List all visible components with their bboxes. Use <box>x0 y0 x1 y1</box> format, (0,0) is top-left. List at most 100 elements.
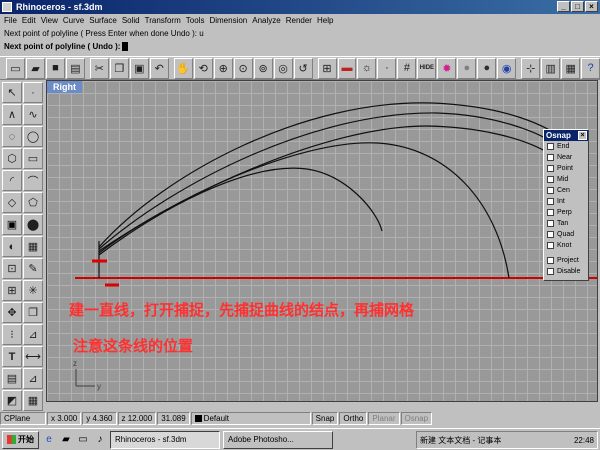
sphere-render-icon[interactable]: ● <box>477 57 497 79</box>
point-on-icon[interactable]: ⊹ <box>521 57 541 79</box>
menu-edit[interactable]: Edit <box>22 14 41 27</box>
fillet-curve-icon[interactable]: ⌒ <box>23 170 43 191</box>
menu-curve[interactable]: Curve <box>63 14 89 27</box>
checkbox-icon[interactable] <box>547 187 554 194</box>
checkbox-icon[interactable] <box>547 198 554 205</box>
osnap-point[interactable]: Point <box>544 163 588 174</box>
save-icon[interactable]: ■ <box>45 57 65 79</box>
osnap-tan[interactable]: Tan <box>544 218 588 229</box>
options-icon[interactable]: ▦ <box>561 57 581 79</box>
tray-notepad[interactable]: 新建 文本文档 - 记事本 <box>420 435 501 446</box>
undo-icon[interactable]: ↶ <box>149 57 169 79</box>
checkbox-icon[interactable] <box>547 242 554 249</box>
maximize-button[interactable]: □ <box>571 1 584 12</box>
menu-render[interactable]: Render <box>286 14 317 27</box>
sphere-solid-icon[interactable]: ⬤ <box>23 214 43 235</box>
grid-icon[interactable]: # <box>397 57 417 79</box>
paste-icon[interactable]: ▣ <box>129 57 149 79</box>
layer-icon[interactable]: ▤ <box>2 368 22 389</box>
explorer-icon[interactable]: ▰ <box>59 433 73 447</box>
menu-help[interactable]: Help <box>317 14 338 27</box>
osnap-close-button[interactable]: × <box>578 131 587 140</box>
osnap-knot[interactable]: Knot <box>544 240 588 251</box>
select-flyout-icon[interactable]: · <box>23 82 43 103</box>
zoom-selected-icon[interactable]: ◎ <box>273 57 293 79</box>
ellipse-icon[interactable]: ◯ <box>23 126 43 147</box>
print-icon[interactable]: ▤ <box>65 57 85 79</box>
osnap-end[interactable]: End <box>544 141 588 152</box>
undo-view-icon[interactable]: ↺ <box>293 57 313 79</box>
array-icon[interactable]: ⁝ <box>2 324 22 345</box>
osnap-quad[interactable]: Quad <box>544 229 588 240</box>
help-icon[interactable]: ? <box>581 57 600 79</box>
cut-icon[interactable]: ✂ <box>89 57 109 79</box>
surface-icon[interactable]: ◇ <box>2 192 22 213</box>
pan-icon[interactable]: ✋ <box>173 57 193 79</box>
right-viewport[interactable]: Right z y 建一直线，打开捕捉，先捕捉曲线的结点，再捕网格 注意这条线的… <box>46 80 598 402</box>
globe-icon[interactable]: ◉ <box>497 57 517 79</box>
polygon-icon[interactable]: ⬡ <box>2 148 22 169</box>
point-icon[interactable]: · <box>377 57 397 79</box>
split-icon[interactable]: ⊞ <box>2 280 22 301</box>
osnap-near[interactable]: Near <box>544 152 588 163</box>
hide-icon[interactable]: HIDE <box>417 57 437 79</box>
checkbox-icon[interactable] <box>547 231 554 238</box>
loft-icon[interactable]: ⬠ <box>23 192 43 213</box>
checkbox-icon[interactable] <box>547 268 554 275</box>
checkbox-icon[interactable] <box>547 220 554 227</box>
explode-icon[interactable]: ✳ <box>23 280 43 301</box>
zoom-dynamic-icon[interactable]: ⊙ <box>233 57 253 79</box>
command-prompt[interactable]: Next point of polyline ( Undo ): <box>0 41 600 53</box>
car-render-icon[interactable]: ▬ <box>337 57 357 79</box>
ie-icon[interactable]: e <box>42 433 56 447</box>
text-icon[interactable]: T <box>2 346 22 367</box>
box-solid-icon[interactable]: ▣ <box>2 214 22 235</box>
close-button[interactable]: × <box>585 1 598 12</box>
sphere-shaded-icon[interactable]: ● <box>457 57 477 79</box>
rotate-view-icon[interactable]: ⟲ <box>193 57 213 79</box>
open-icon[interactable]: ▰ <box>25 57 45 79</box>
status-ortho[interactable]: Ortho <box>339 412 368 425</box>
checkbox-icon[interactable] <box>547 176 554 183</box>
move-icon[interactable]: ✥ <box>2 302 22 323</box>
arc-icon[interactable]: ◜ <box>2 170 22 191</box>
boolean-icon[interactable]: ◐ <box>2 236 22 257</box>
menu-analyze[interactable]: Analyze <box>252 14 285 27</box>
new-icon[interactable]: ▭ <box>6 57 25 79</box>
osnap-int[interactable]: Int <box>544 196 588 207</box>
trim-icon[interactable]: ✎ <box>23 258 43 279</box>
properties-icon[interactable]: ▥ <box>541 57 561 79</box>
analyze-icon[interactable]: ⊿ <box>23 368 43 389</box>
rectangle-icon[interactable]: ▭ <box>23 148 43 169</box>
checkbox-icon[interactable] <box>547 154 554 161</box>
osnap-disable[interactable]: Disable <box>544 266 588 277</box>
menu-solid[interactable]: Solid <box>122 14 145 27</box>
menu-transform[interactable]: Transform <box>145 14 186 27</box>
copy-object-icon[interactable]: ❐ <box>23 302 43 323</box>
status-osnap[interactable]: Osnap <box>400 412 433 425</box>
checkbox-icon[interactable] <box>547 209 554 216</box>
point-edit-icon[interactable]: ⊡ <box>2 258 22 279</box>
zoom-extents-icon[interactable]: ⊚ <box>253 57 273 79</box>
osnap-perp[interactable]: Perp <box>544 207 588 218</box>
grid-snap-icon[interactable]: ▦ <box>23 390 43 411</box>
dimension-icon[interactable]: ⟷ <box>23 346 43 367</box>
status-layer[interactable]: Default <box>190 412 311 425</box>
copy-icon[interactable]: ❐ <box>109 57 129 79</box>
four-views-icon[interactable]: ⊞ <box>317 57 337 79</box>
task-rhinoceros[interactable]: Rhinoceros - sf.3dm <box>110 430 220 449</box>
rhino-app-icon[interactable] <box>2 2 12 12</box>
mirror-icon[interactable]: ⊿ <box>23 324 43 345</box>
polyline-icon[interactable]: ∧ <box>2 104 22 125</box>
render-icon[interactable]: ◩ <box>2 390 22 411</box>
mesh-icon[interactable]: ▦ <box>23 236 43 257</box>
menu-file[interactable]: File <box>4 14 22 27</box>
minimize-button[interactable]: _ <box>557 1 570 12</box>
menu-view[interactable]: View <box>41 14 63 27</box>
desktop-icon[interactable]: ▭ <box>76 433 90 447</box>
menu-tools[interactable]: Tools <box>186 14 210 27</box>
checkbox-icon[interactable] <box>547 257 554 264</box>
color-wheel-icon[interactable]: ✹ <box>437 57 457 79</box>
status-cplane[interactable]: CPlane <box>0 412 46 425</box>
checkbox-icon[interactable] <box>547 165 554 172</box>
